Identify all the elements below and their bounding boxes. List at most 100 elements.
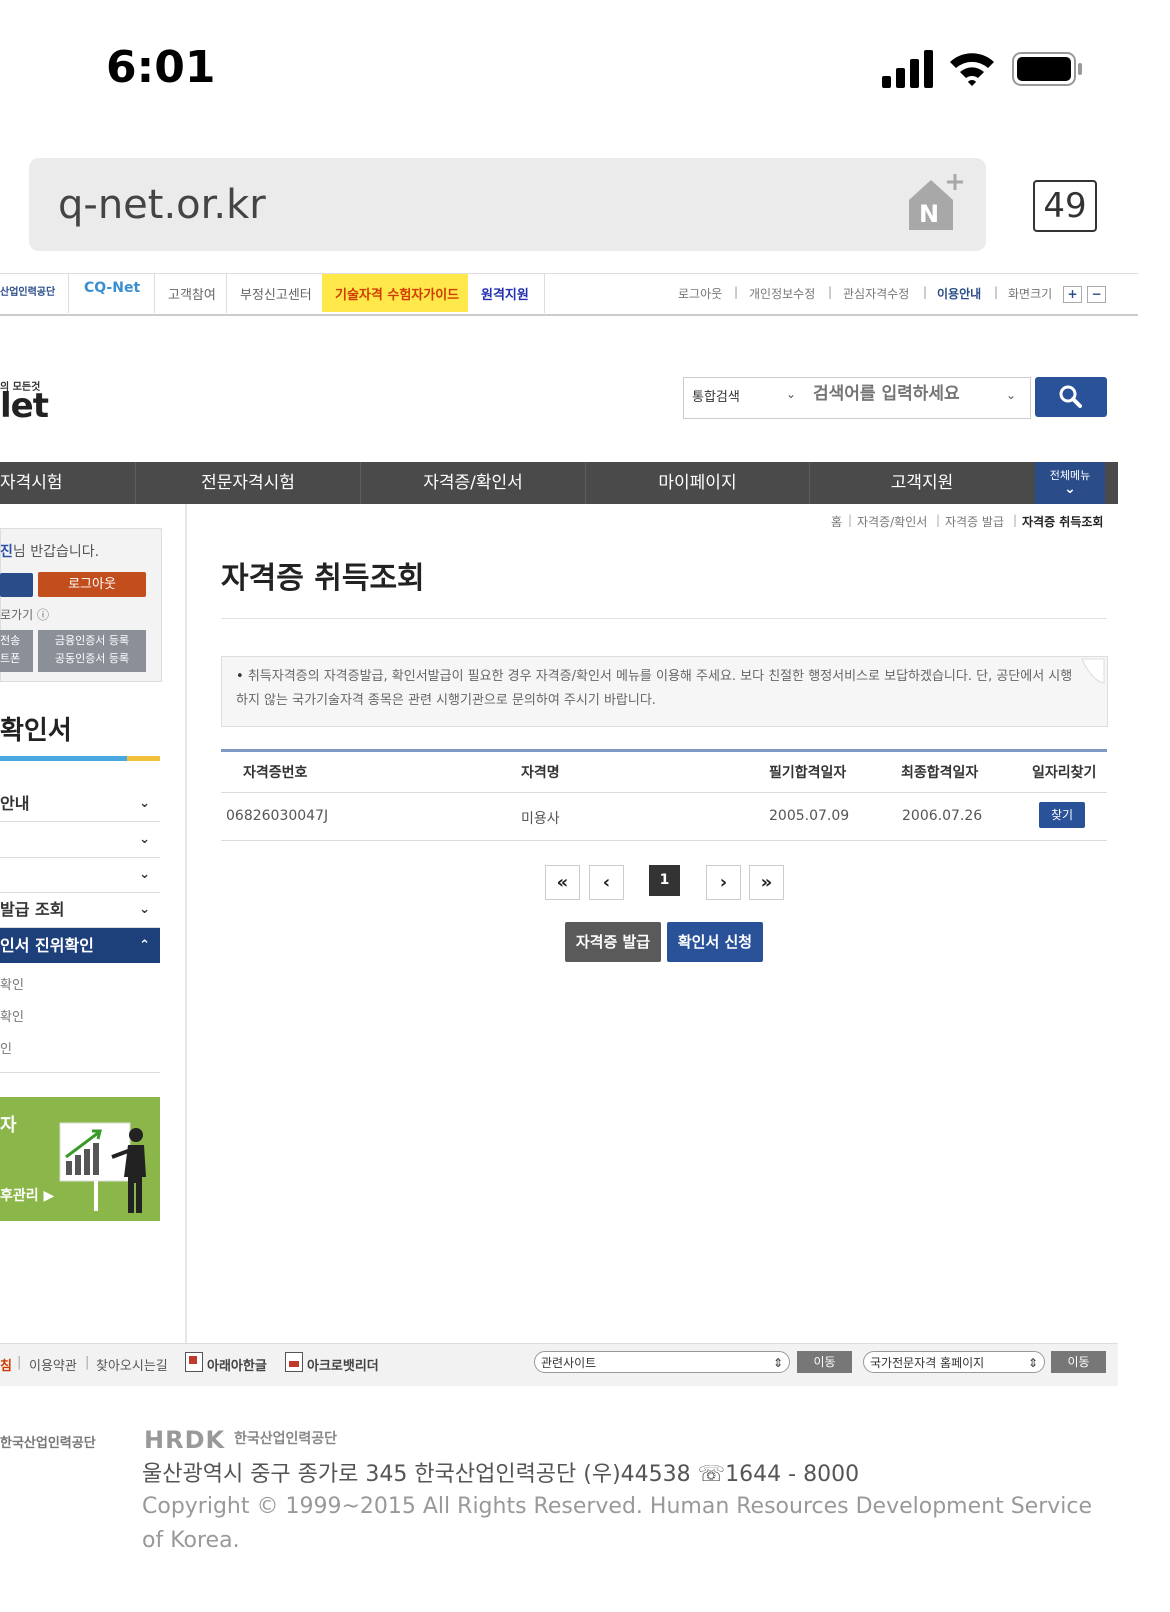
first-page-button[interactable]: «	[545, 865, 580, 900]
logout-button[interactable]: 로그아웃	[38, 572, 146, 597]
cert-send-button[interactable]: 전송 트폰	[0, 630, 33, 672]
nav-item-certificate[interactable]: 자격증/확인서	[361, 462, 585, 504]
breadcrumb-item[interactable]: 자격증 발급	[945, 513, 1004, 530]
zoom-out-button[interactable]: −	[1087, 286, 1106, 303]
related-go-button[interactable]: 이동	[797, 1351, 852, 1373]
joint-cert-label: 공동인증서 등록	[54, 652, 130, 665]
my-info-button[interactable]	[0, 573, 33, 597]
national-go-button[interactable]: 이동	[1051, 1351, 1106, 1373]
util-edit-interest[interactable]: 관심자격수정	[843, 285, 909, 302]
sidebar-subitem[interactable]: 확인	[0, 974, 24, 993]
pdf-icon	[285, 1352, 303, 1372]
cert-register-button[interactable]: 금융인증서 등록 공동인증서 등록	[38, 630, 146, 672]
hwp-icon-mark	[189, 1356, 197, 1364]
tab-count-button[interactable]: 49	[1033, 180, 1097, 232]
go-back-label: 로가기	[0, 608, 34, 622]
current-page[interactable]: 1	[649, 865, 680, 896]
sidebar-item-issue-check[interactable]: 발급 조회 ⌄	[0, 892, 160, 928]
sidebar-subitem[interactable]: 확인	[0, 1006, 24, 1025]
chevron-down-icon: ⌄	[1006, 388, 1017, 402]
footer-privacy-link[interactable]: 침	[0, 1355, 12, 1374]
chevron-down-icon: ⌄	[139, 796, 150, 811]
notice-body: 취득자격증의 자격증발급, 확인서발급이 필요한 경우 자격증/확인서 메뉴를 …	[236, 669, 1073, 708]
divider	[226, 273, 227, 313]
hrdk-small-logo[interactable]: 산업인력공단	[0, 283, 55, 298]
zoom-in-button[interactable]: +	[1063, 286, 1082, 303]
search-button[interactable]	[1035, 377, 1107, 417]
footer-sep: |	[85, 1355, 90, 1370]
util-edit-info[interactable]: 개인정보수정	[749, 285, 815, 302]
sidebar-subitem[interactable]: 인	[0, 1038, 12, 1057]
next-page-button[interactable]: ›	[706, 865, 741, 900]
find-job-button[interactable]: 찾기	[1039, 802, 1085, 828]
page-curl-icon	[1081, 658, 1105, 684]
nav-item-professional-exam[interactable]: 전문자격시험	[136, 462, 360, 504]
col-header-final-date: 최종합격일자	[901, 765, 979, 781]
search-input[interactable]	[813, 384, 1003, 404]
hrdk-logo-korean: 한국산업인력공단	[234, 1431, 338, 1447]
sidebar-item-label: 인서 진위확인	[0, 936, 94, 955]
col-header-written-date: 필기합격일자	[769, 765, 847, 781]
last-page-button[interactable]: »	[749, 865, 784, 900]
related-sites-value: 관련사이트	[541, 1356, 597, 1370]
divider	[68, 273, 69, 313]
util-link-remote[interactable]: 원격지원	[481, 284, 529, 303]
util-link-customer[interactable]: 고객참여	[168, 284, 216, 303]
col-header-job-search: 일자리찾기	[1032, 765, 1097, 781]
util-link-guide[interactable]: 기술자격 수험자가이드	[335, 284, 459, 303]
divider	[544, 273, 545, 313]
breadcrumb-sep: |	[936, 513, 941, 527]
greeting-text: 진님 반갑습니다.	[0, 541, 99, 561]
prev-page-button[interactable]: ‹	[589, 865, 624, 900]
sidebar-item-verify[interactable]: 인서 진위확인 ⌃	[0, 928, 160, 963]
footer-hangul-link[interactable]: 아래아한글	[207, 1355, 267, 1374]
nav-item-exam[interactable]: 자격시험	[0, 462, 134, 504]
footer-terms-link[interactable]: 이용약관	[29, 1355, 77, 1374]
nav-item-support[interactable]: 고객지원	[810, 462, 1034, 504]
nav-item-mypage[interactable]: 마이페이지	[586, 462, 809, 504]
util-divider: |	[923, 285, 928, 299]
sidebar-item-3[interactable]: ⌄	[0, 857, 160, 893]
go-back-link[interactable]: 로가기 ⓘ	[0, 606, 49, 623]
banner-link-label: 후관리	[0, 1188, 39, 1204]
sidebar-item-2[interactable]: ⌄	[0, 822, 160, 858]
util-link-report[interactable]: 부정신고센터	[240, 284, 312, 303]
col-header-number: 자격증번호	[243, 765, 308, 781]
util-divider: |	[734, 285, 739, 299]
footer-acrobat-link[interactable]: 아크로뱃리더	[307, 1355, 379, 1374]
chevron-down-icon: ⌄	[1064, 481, 1076, 497]
brand-logo[interactable]: let	[0, 386, 49, 426]
all-menu-button[interactable]: 전체메뉴 ⌄	[1035, 462, 1105, 504]
cert-phone-label: 트폰	[0, 652, 21, 665]
page-title: 자격증 취득조회	[221, 561, 425, 596]
util-usage[interactable]: 이용안내	[937, 285, 981, 302]
national-sites-select[interactable]: 국가전문자격 홈페이지 ⇕	[863, 1351, 1045, 1373]
util-logout[interactable]: 로그아웃	[678, 285, 722, 302]
util-screen-size-label: 화면크기	[1008, 287, 1053, 301]
notice-text: • 취득자격증의 자격증발급, 확인서발급이 필요한 경우 자격증/확인서 메뉴…	[236, 665, 1076, 713]
breadcrumb-sep: |	[1013, 513, 1018, 527]
search-category-select[interactable]: 통합검색	[692, 386, 740, 405]
search-icon	[1059, 385, 1082, 408]
apply-confirmation-button[interactable]: 확인서 신청	[667, 922, 763, 962]
breadcrumb-current: 자격증 취득조회	[1022, 515, 1104, 529]
breadcrumb-home[interactable]: 홈	[831, 513, 842, 530]
footer-directions-link[interactable]: 찾아오시는길	[96, 1355, 168, 1374]
chevron-down-icon: ⌄	[139, 867, 150, 882]
hwp-icon	[185, 1352, 203, 1372]
naver-add-icon[interactable]: N	[905, 172, 967, 234]
cq-net-logo[interactable]: CQ-Net	[84, 280, 140, 296]
hrdk-logo: HRDK	[144, 1426, 226, 1454]
title-underline	[0, 756, 127, 761]
breadcrumb-item[interactable]: 자격증/확인서	[857, 513, 927, 530]
breadcrumb-sep: |	[848, 513, 853, 527]
issue-certificate-button[interactable]: 자격증 발급	[565, 922, 661, 962]
chevron-up-icon: ⌃	[139, 938, 150, 953]
related-sites-select[interactable]: 관련사이트 ⇕	[534, 1351, 790, 1373]
career-banner[interactable]: 자 후관리 ▶	[0, 1097, 160, 1221]
title-underline-accent	[127, 756, 160, 761]
sidebar-item-guide[interactable]: 안내 ⌄	[0, 786, 160, 822]
url-text[interactable]: q-net.or.kr	[58, 182, 266, 228]
updown-icon: ⇕	[772, 1356, 783, 1370]
table-top-border	[221, 749, 1107, 752]
